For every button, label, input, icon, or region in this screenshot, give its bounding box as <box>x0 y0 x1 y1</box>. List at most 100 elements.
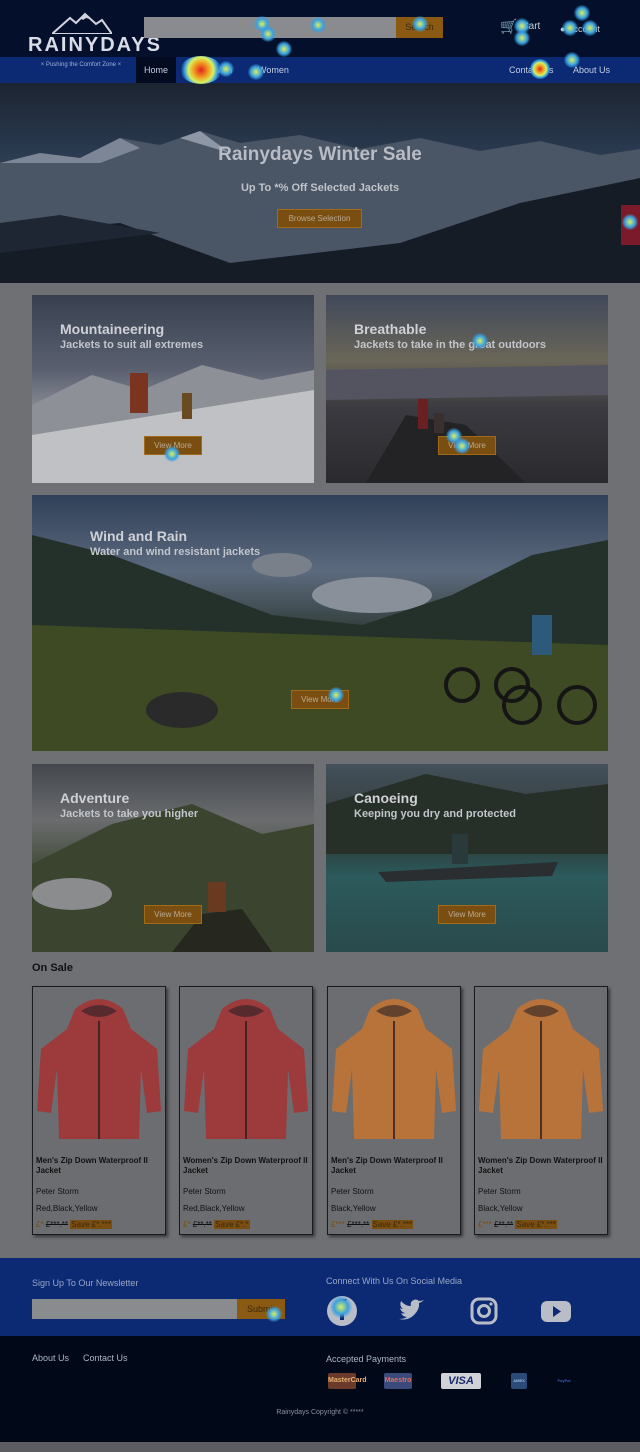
paypal-icon: PayPal <box>557 1378 571 1383</box>
product-price: £*** £***.** Save £*.*** <box>331 1220 414 1229</box>
newsletter-email-input[interactable] <box>32 1299 237 1319</box>
product-save-badge: Save £*.*** <box>70 1220 112 1229</box>
card-subtitle: Jackets to take in the great outdoors <box>354 339 546 351</box>
product-card[interactable]: Men's Zip Down Waterproof II Jacket Peter… <box>327 986 461 1235</box>
card-title: Breathable <box>354 321 427 337</box>
category-card-canoeing[interactable]: Canoeing Keeping you dry and protected V… <box>326 764 608 952</box>
visa-icon: VISA <box>441 1373 481 1389</box>
product-price-now: £*** <box>331 1220 345 1229</box>
product-name[interactable]: Women's Zip Down Waterproof II Jacket <box>478 1156 606 1176</box>
product-price-old: £***.** <box>45 1220 69 1229</box>
card-subtitle: Keeping you dry and protected <box>354 808 516 820</box>
view-more-button[interactable]: View More <box>438 436 496 455</box>
search-input[interactable] <box>144 17 396 38</box>
product-brand: Peter Storm <box>183 1187 226 1196</box>
social-heading: Connect With Us On Social Media <box>326 1276 463 1286</box>
facebook-icon[interactable] <box>326 1295 358 1327</box>
product-brand: Peter Storm <box>331 1187 374 1196</box>
card-title: Wind and Rain <box>90 528 188 544</box>
nav-men[interactable]: Men <box>215 57 233 83</box>
product-colors: Black,Yellow <box>331 1204 376 1213</box>
product-card[interactable]: Women's Zip Down Waterproof II Jacket Pet… <box>474 986 608 1235</box>
account-label: Account <box>567 24 600 34</box>
view-more-button[interactable]: View More <box>144 436 202 455</box>
product-image <box>479 999 603 1139</box>
view-more-button[interactable]: View More <box>144 905 202 924</box>
product-price-now: £* <box>183 1220 191 1229</box>
nav-women[interactable]: Women <box>258 57 289 83</box>
card-subtitle: Jackets to take you higher <box>60 808 199 820</box>
site-header: RAINYDAYS Search 🛒 Cart ● Account <box>0 0 640 58</box>
nav-about[interactable]: About Us <box>573 57 610 83</box>
product-brand: Peter Storm <box>36 1187 79 1196</box>
newsletter-submit-button[interactable]: Submit <box>237 1299 285 1319</box>
product-colors: Black,Yellow <box>478 1204 523 1213</box>
product-colors: Red,Black,Yellow <box>36 1204 98 1213</box>
product-colors: Red,Black,Yellow <box>183 1204 245 1213</box>
youtube-icon[interactable] <box>540 1295 572 1327</box>
product-price-now: £* <box>36 1220 44 1229</box>
product-image <box>37 999 161 1139</box>
twitter-icon[interactable] <box>396 1295 428 1327</box>
amex-icon: AMEX <box>511 1373 527 1389</box>
product-price: £* £**.** Save £*.* <box>183 1220 250 1229</box>
view-more-button[interactable]: View More <box>291 690 349 709</box>
product-card[interactable]: Men's Zip Down Waterproof II Jacket Peter… <box>32 986 166 1235</box>
product-price: £* £***.** Save £*.*** <box>36 1220 112 1229</box>
hero-title: Rainydays Winter Sale <box>218 144 422 165</box>
product-brand: Peter Storm <box>478 1187 521 1196</box>
product-price-now: £*** <box>478 1220 492 1229</box>
card-title: Mountaineering <box>60 321 165 337</box>
mountain-logo-icon <box>52 12 112 34</box>
category-card-wind-and-rain[interactable]: Wind and Rain Water and wind resistant j… <box>32 495 608 751</box>
product-save-badge: Save £*.*** <box>515 1220 557 1229</box>
nav-home[interactable]: Home <box>136 57 177 83</box>
side-feedback-tab[interactable] <box>621 205 640 245</box>
category-card-breathable[interactable]: Breathable Jackets to take in the great … <box>326 295 608 483</box>
card-subtitle: Water and wind resistant jackets <box>90 546 261 558</box>
product-card[interactable]: Women's Zip Down Waterproof II Jacket Pet… <box>179 986 313 1235</box>
product-save-badge: Save £*.* <box>214 1220 250 1229</box>
product-price: £*** £**.** Save £*.*** <box>478 1220 557 1229</box>
browse-selection-button[interactable]: Browse Selection <box>277 209 362 228</box>
footer-contact-link[interactable]: Contact Us <box>83 1353 128 1363</box>
category-card-adventure[interactable]: Adventure Jackets to take you higher Vie… <box>32 764 314 952</box>
hero-subtitle: Up To *% Off Selected Jackets <box>240 182 400 194</box>
site-footer: About Us Contact Us Accepted Payments Ma… <box>0 1336 640 1442</box>
product-image <box>184 999 308 1139</box>
cart-icon: 🛒 <box>500 18 518 34</box>
view-more-button[interactable]: View More <box>438 905 496 924</box>
nav-contact[interactable]: Contact Us <box>509 57 554 83</box>
product-price-old: £***.** <box>347 1220 370 1229</box>
logo-text: RAINYDAYS <box>28 34 162 56</box>
copyright: Rainydays Copyright © ***** <box>276 1409 364 1416</box>
newsletter-heading: Sign Up To Our Newsletter <box>32 1278 139 1288</box>
payments-heading: Accepted Payments <box>326 1354 407 1364</box>
on-sale-heading: On Sale <box>32 962 73 974</box>
product-name[interactable]: Men's Zip Down Waterproof II Jacket <box>36 1156 164 1176</box>
card-title: Adventure <box>60 790 130 806</box>
product-price-old: £**.** <box>494 1220 514 1229</box>
product-name[interactable]: Men's Zip Down Waterproof II Jacket <box>331 1156 459 1176</box>
user-icon: ● <box>560 24 566 34</box>
product-image <box>332 999 456 1139</box>
bottom-strip <box>0 1442 640 1452</box>
card-subtitle: Jackets to suit all extremes <box>60 339 204 351</box>
account-link[interactable]: ● Account <box>560 24 600 34</box>
footer-about-link[interactable]: About Us <box>32 1353 69 1363</box>
instagram-icon[interactable] <box>468 1295 500 1327</box>
tagline: × Pushing the Comfort Zone × <box>26 57 136 83</box>
cart-link[interactable]: 🛒 Cart <box>500 18 540 35</box>
page: RAINYDAYS Search 🛒 Cart ● Account Home Me… <box>0 0 640 1452</box>
category-card-mountaineering[interactable]: Mountaineering Jackets to suit all extre… <box>32 295 314 483</box>
cart-label: Cart <box>521 21 541 32</box>
mastercard-icon: MasterCard <box>328 1373 367 1389</box>
newsletter-section: Sign Up To Our Newsletter Submit Connect… <box>0 1258 640 1336</box>
hero-banner: Rainydays Winter Sale Up To *% Off Selec… <box>0 83 640 283</box>
product-price-old: £**.** <box>192 1220 212 1229</box>
product-name[interactable]: Women's Zip Down Waterproof II Jacket <box>183 1156 311 1176</box>
search-button[interactable]: Search <box>396 17 443 38</box>
product-save-badge: Save £*.*** <box>371 1220 414 1229</box>
card-title: Canoeing <box>354 790 418 806</box>
maestro-icon: Maestro <box>384 1373 412 1389</box>
